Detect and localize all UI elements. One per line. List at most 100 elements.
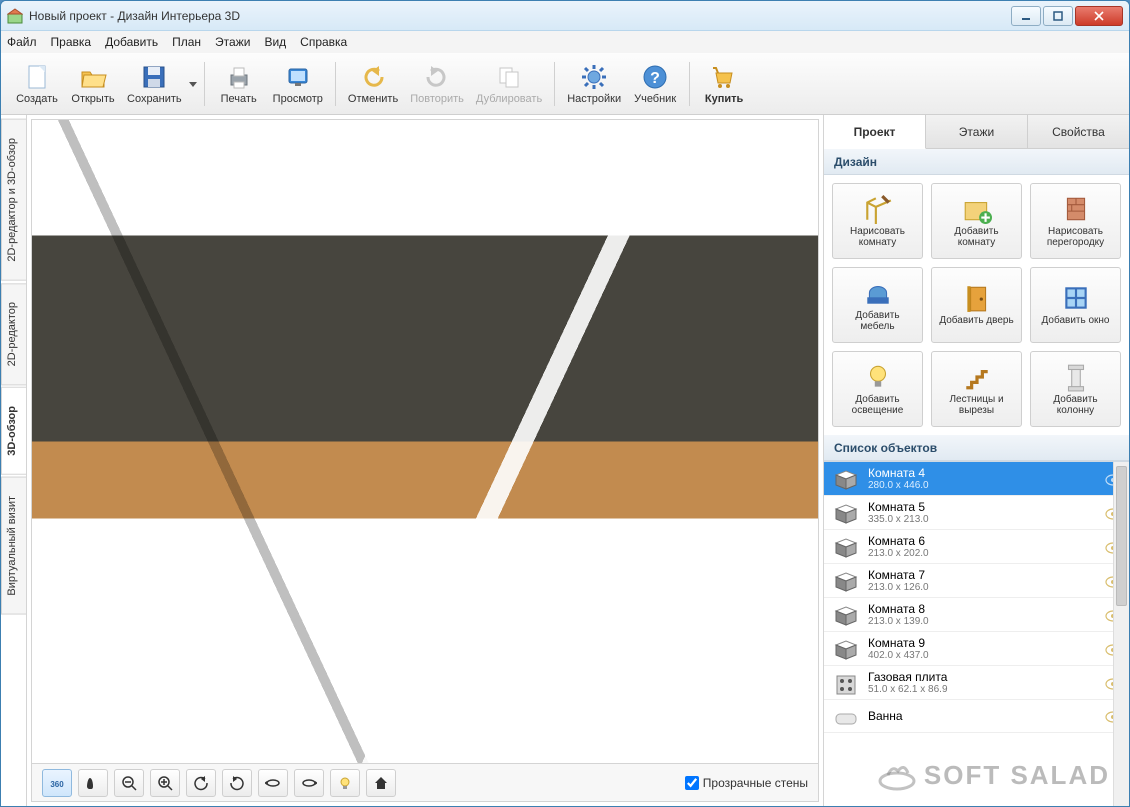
design-section-header: Дизайн: [824, 149, 1129, 175]
close-button[interactable]: [1075, 6, 1123, 26]
panel-tab-Этажи[interactable]: Этажи: [926, 115, 1028, 148]
object-dimensions: 335.0 x 213.0: [868, 514, 1105, 525]
view-toolbar: 360 Прозрачные стены: [32, 763, 818, 801]
view-tab-vr[interactable]: Виртуальный визит: [1, 477, 26, 615]
transparent-walls-label: Прозрачные стены: [703, 776, 808, 790]
titlebar: Новый проект - Дизайн Интерьера 3D: [1, 1, 1129, 31]
add-window-card[interactable]: Добавить окно: [1030, 267, 1121, 343]
add-room-card[interactable]: Добавить комнату: [931, 183, 1022, 259]
view-rotate-ccw-button[interactable]: [186, 769, 216, 797]
main-toolbar: Создать Открыть Сохранить Печать ПросмотрОтм…: [1, 53, 1129, 115]
object-dimensions: 213.0 x 139.0: [868, 616, 1105, 627]
preview-icon: [284, 63, 312, 91]
add-window-icon: [1061, 283, 1091, 313]
view-zoom-in-button[interactable]: [150, 769, 180, 797]
object-box-icon: [832, 603, 860, 627]
scrollbar-thumb[interactable]: [1116, 466, 1127, 606]
save-button[interactable]: Сохранить: [121, 56, 188, 112]
undo-icon: [359, 63, 387, 91]
tutorial-label: Учебник: [634, 93, 676, 105]
draw-room-label: Нарисовать комнату: [837, 226, 918, 249]
object-dimensions: 402.0 x 437.0: [868, 650, 1105, 661]
toolbar-separator: [204, 62, 205, 106]
view-tab-3d[interactable]: 3D-обзор: [1, 387, 26, 475]
3d-canvas[interactable]: [32, 120, 818, 763]
menu-Этажи[interactable]: Этажи: [215, 35, 250, 49]
menu-Вид[interactable]: Вид: [264, 35, 286, 49]
object-box-icon: [832, 535, 860, 559]
redo-label: Повторить: [410, 93, 464, 105]
object-title: Ванна: [868, 709, 1105, 723]
open-icon: [79, 63, 107, 91]
object-item[interactable]: Комната 6213.0 x 202.0: [824, 530, 1129, 564]
object-item[interactable]: Ванна: [824, 700, 1129, 733]
add-door-card[interactable]: Добавить дверь: [931, 267, 1022, 343]
preview-button[interactable]: Просмотр: [267, 56, 329, 112]
print-label: Печать: [221, 93, 257, 105]
print-icon: [225, 63, 253, 91]
add-light-label: Добавить освещение: [837, 394, 918, 417]
view-tilt-r-button[interactable]: [294, 769, 324, 797]
object-item[interactable]: Газовая плита51.0 x 62.1 x 86.9: [824, 666, 1129, 700]
maximize-button[interactable]: [1043, 6, 1073, 26]
stairs-card[interactable]: Лестницы и вырезы: [931, 351, 1022, 427]
add-column-label: Добавить колонну: [1035, 394, 1116, 417]
menu-План[interactable]: План: [172, 35, 201, 49]
print-button[interactable]: Печать: [211, 56, 267, 112]
menu-Добавить[interactable]: Добавить: [105, 35, 158, 49]
new-button[interactable]: Создать: [9, 56, 65, 112]
object-item[interactable]: Комната 5335.0 x 213.0: [824, 496, 1129, 530]
open-button[interactable]: Открыть: [65, 56, 121, 112]
new-label: Создать: [16, 93, 58, 105]
buy-button[interactable]: Купить: [696, 56, 752, 112]
add-light-icon: [863, 362, 893, 392]
minimize-button[interactable]: [1011, 6, 1041, 26]
view-tab-2d[interactable]: 2D-редактор: [1, 283, 26, 385]
view-tilt-l-button[interactable]: [258, 769, 288, 797]
view-zoom-out-button[interactable]: [114, 769, 144, 797]
toolbar-separator: [554, 62, 555, 106]
toolbar-separator: [335, 62, 336, 106]
save-label: Сохранить: [127, 93, 182, 105]
menu-Справка[interactable]: Справка: [300, 35, 347, 49]
menubar: Файл Правка Добавить План Этажи Вид Справка: [1, 31, 1129, 53]
object-item[interactable]: Комната 4280.0 x 446.0: [824, 462, 1129, 496]
object-dimensions: 51.0 x 62.1 x 86.9: [868, 684, 1105, 695]
settings-button[interactable]: Настройки: [561, 56, 627, 112]
view-home-button[interactable]: [366, 769, 396, 797]
menu-Правка[interactable]: Правка: [51, 35, 92, 49]
view-pan-button[interactable]: [78, 769, 108, 797]
toolbar-separator: [689, 62, 690, 106]
object-title: Комната 6: [868, 534, 1105, 548]
transparent-walls-checkbox[interactable]: Прозрачные стены: [685, 776, 808, 790]
tutorial-button[interactable]: ? Учебник: [627, 56, 683, 112]
object-box-icon: [832, 569, 860, 593]
add-door-label: Добавить дверь: [939, 315, 1013, 327]
draw-partition-card[interactable]: Нарисовать перегородку: [1030, 183, 1121, 259]
app-icon: [7, 8, 23, 24]
save-icon: [140, 63, 168, 91]
save-dropdown[interactable]: [188, 56, 198, 112]
object-stove-icon: [832, 671, 860, 695]
panel-tab-Проект[interactable]: Проект: [824, 115, 926, 149]
design-tools-grid: Нарисовать комнату Добавить комнатуНарисо…: [824, 175, 1129, 435]
objects-scrollbar[interactable]: [1113, 462, 1129, 806]
draw-room-card[interactable]: Нарисовать комнату: [832, 183, 923, 259]
panel-tab-Свойства[interactable]: Свойства: [1028, 115, 1129, 148]
object-item[interactable]: Комната 8213.0 x 139.0: [824, 598, 1129, 632]
add-column-card[interactable]: Добавить колонну: [1030, 351, 1121, 427]
view-360-button[interactable]: 360: [42, 769, 72, 797]
add-light-card[interactable]: Добавить освещение: [832, 351, 923, 427]
view-light-button[interactable]: [330, 769, 360, 797]
tutorial-icon: ?: [641, 63, 669, 91]
add-furniture-card[interactable]: Добавить мебель: [832, 267, 923, 343]
menu-Файл[interactable]: Файл: [7, 35, 37, 49]
object-item[interactable]: Комната 9402.0 x 437.0: [824, 632, 1129, 666]
window-buttons: [1011, 6, 1123, 26]
view-rotate-cw-button[interactable]: [222, 769, 252, 797]
workspace: 2D-редактор и 3D-обзор2D-редактор3D-обзо…: [1, 115, 1129, 806]
undo-button[interactable]: Отменить: [342, 56, 404, 112]
object-item[interactable]: Комната 7213.0 x 126.0: [824, 564, 1129, 598]
view-tab-2d3d[interactable]: 2D-редактор и 3D-обзор: [1, 119, 26, 281]
stairs-label: Лестницы и вырезы: [936, 394, 1017, 417]
